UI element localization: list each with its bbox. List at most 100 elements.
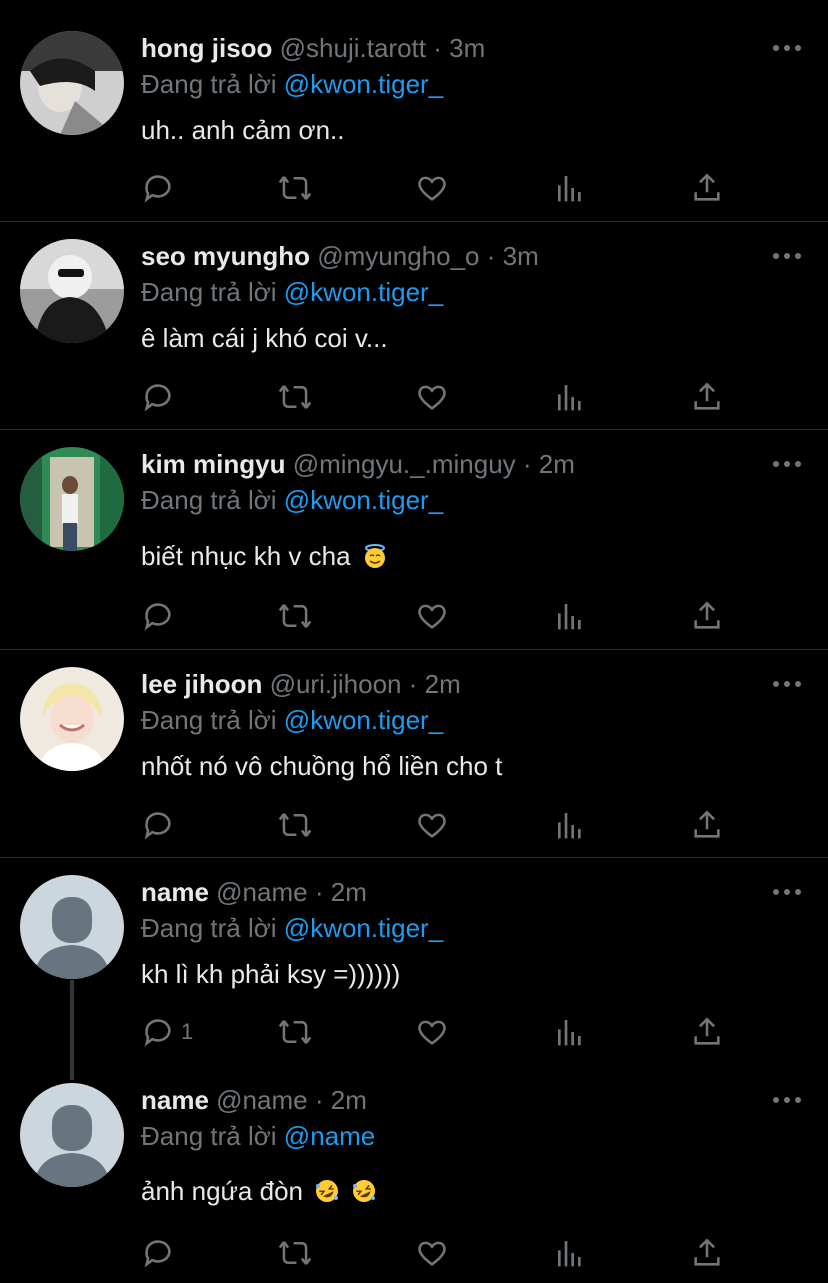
more-options-icon[interactable]	[770, 454, 804, 474]
more-options-icon[interactable]	[770, 882, 804, 902]
author-handle[interactable]: @name	[216, 1085, 307, 1115]
retweet-icon	[277, 808, 313, 842]
views-button[interactable]	[554, 377, 586, 417]
avatar[interactable]	[20, 239, 124, 343]
replying-to: Đang trả lời @kwon.tiger_	[141, 704, 443, 736]
share-button[interactable]	[690, 1233, 724, 1273]
timestamp[interactable]: 2m	[425, 669, 461, 699]
reply-button[interactable]: 1	[141, 1012, 193, 1052]
share-button[interactable]	[690, 1012, 724, 1052]
author-handle[interactable]: @uri.jihoon	[270, 669, 402, 699]
timestamp[interactable]: 2m	[539, 449, 575, 479]
retweet-button[interactable]	[277, 377, 313, 417]
halo-face-emoji-icon	[362, 543, 388, 569]
reply-button[interactable]	[141, 168, 181, 208]
like-button[interactable]	[415, 1233, 449, 1273]
more-options-icon[interactable]	[770, 38, 804, 58]
views-icon	[554, 808, 586, 842]
views-icon	[554, 380, 586, 414]
reply-button[interactable]	[141, 1233, 181, 1273]
like-icon	[415, 1236, 449, 1270]
share-button[interactable]	[690, 596, 724, 636]
divider	[0, 649, 828, 650]
views-button[interactable]	[554, 168, 586, 208]
author-name[interactable]: hong jisoo	[141, 33, 272, 63]
like-button[interactable]	[415, 805, 449, 845]
more-options-icon[interactable]	[770, 246, 804, 266]
author-handle[interactable]: @shuji.tarott	[280, 33, 426, 63]
replying-to-label: Đang trả lời	[141, 913, 277, 943]
like-icon	[415, 171, 449, 205]
share-button[interactable]	[690, 377, 724, 417]
timestamp[interactable]: 2m	[331, 1085, 367, 1115]
default-avatar[interactable]	[20, 1083, 124, 1187]
views-button[interactable]	[554, 596, 586, 636]
retweet-icon	[277, 1236, 313, 1270]
avatar[interactable]	[20, 447, 124, 551]
avatar[interactable]	[20, 31, 124, 135]
views-button[interactable]	[554, 1233, 586, 1273]
more-options-icon[interactable]	[770, 674, 804, 694]
timestamp[interactable]: 2m	[331, 877, 367, 907]
like-button[interactable]	[415, 377, 449, 417]
separator-dot: ·	[314, 1085, 324, 1115]
share-button[interactable]	[690, 805, 724, 845]
tweet-text-row: ảnh ngứa đòn	[141, 1174, 377, 1208]
divider	[0, 857, 828, 858]
share-icon	[690, 1015, 724, 1049]
replying-to: Đang trả lời @kwon.tiger_	[141, 912, 443, 944]
timestamp[interactable]: 3m	[449, 33, 485, 63]
author-name[interactable]: seo myungho	[141, 241, 310, 271]
like-icon	[415, 808, 449, 842]
reply-icon	[141, 599, 175, 633]
author-name[interactable]: kim mingyu	[141, 449, 285, 479]
share-icon	[690, 380, 724, 414]
reply-icon	[141, 808, 175, 842]
views-icon	[554, 171, 586, 205]
retweet-button[interactable]	[277, 168, 313, 208]
mention-link[interactable]: @kwon.tiger_	[284, 913, 443, 943]
author-name[interactable]: name	[141, 877, 209, 907]
reply-button[interactable]	[141, 377, 181, 417]
author-name[interactable]: lee jihoon	[141, 669, 262, 699]
action-bar	[0, 805, 828, 845]
mention-link[interactable]: @kwon.tiger_	[284, 705, 443, 735]
retweet-button[interactable]	[277, 805, 313, 845]
mention-link[interactable]: @kwon.tiger_	[284, 69, 443, 99]
like-button[interactable]	[415, 168, 449, 208]
action-bar	[0, 377, 828, 417]
mention-link[interactable]: @kwon.tiger_	[284, 277, 443, 307]
divider	[0, 429, 828, 430]
share-icon	[690, 1236, 724, 1270]
views-icon	[554, 599, 586, 633]
author-handle[interactable]: @name	[216, 877, 307, 907]
views-button[interactable]	[554, 1012, 586, 1052]
tweet-text: ê làm cái j khó coi v...	[141, 323, 388, 353]
like-button[interactable]	[415, 596, 449, 636]
more-options-icon[interactable]	[770, 1090, 804, 1110]
divider	[0, 221, 828, 222]
default-avatar[interactable]	[20, 875, 124, 979]
tweet-header: seo myungho @myungho_o · 3m	[141, 240, 539, 272]
tweet-header: name @name · 2m	[141, 876, 367, 908]
like-button[interactable]	[415, 1012, 449, 1052]
retweet-button[interactable]	[277, 1012, 313, 1052]
retweet-button[interactable]	[277, 596, 313, 636]
like-icon	[415, 1015, 449, 1049]
mention-link[interactable]: @name	[284, 1121, 375, 1151]
share-button[interactable]	[690, 168, 724, 208]
reply-icon	[141, 1015, 175, 1049]
avatar[interactable]	[20, 667, 124, 771]
mention-link[interactable]: @kwon.tiger_	[284, 485, 443, 515]
author-handle[interactable]: @myungho_o	[317, 241, 479, 271]
retweet-button[interactable]	[277, 1233, 313, 1273]
timestamp[interactable]: 3m	[503, 241, 539, 271]
action-bar	[0, 596, 828, 636]
author-name[interactable]: name	[141, 1085, 209, 1115]
author-handle[interactable]: @mingyu._.minguy	[293, 449, 516, 479]
reply-button[interactable]	[141, 805, 181, 845]
replying-to: Đang trả lời @name	[141, 1120, 375, 1152]
reply-button[interactable]	[141, 596, 181, 636]
replying-to: Đang trả lời @kwon.tiger_	[141, 68, 443, 100]
views-button[interactable]	[554, 805, 586, 845]
